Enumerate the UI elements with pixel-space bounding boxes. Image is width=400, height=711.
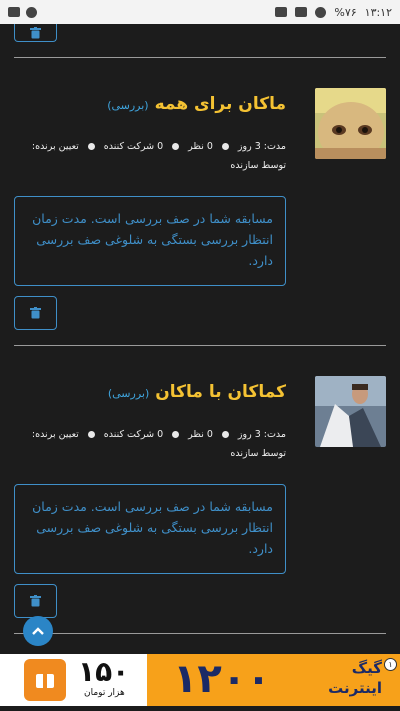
separator-dot <box>172 143 180 150</box>
ad-info-badge[interactable]: ۱ <box>384 658 397 671</box>
ad-left-panel: ۱۵۰ هزار تومان <box>0 654 147 706</box>
creator-label: توسط سازنده <box>230 160 286 171</box>
delete-button[interactable] <box>14 584 57 618</box>
bottom-strip <box>0 706 400 711</box>
competition-list: ماکان برای همه (بررسی) مدت: 3 روز 0 نظر … <box>0 24 400 654</box>
ad-banner[interactable]: ۱۵۰ هزار تومان ۱۲۰۰ گیگ اینترنت ۱ <box>0 654 400 706</box>
participants-count: 0 شرکت کننده <box>103 429 164 440</box>
trash-icon <box>30 595 41 607</box>
separator-dot <box>221 431 229 438</box>
ad-logo <box>24 659 66 701</box>
divider <box>14 345 386 346</box>
man-portrait-image <box>315 376 386 447</box>
ad-big-number: ۱۲۰۰ <box>173 656 271 702</box>
creator-label: توسط سازنده <box>230 448 286 459</box>
separator-dot <box>172 431 180 438</box>
trash-icon <box>30 307 41 319</box>
delete-button[interactable] <box>14 24 57 42</box>
gallery-icon <box>8 7 20 17</box>
status-badge: (بررسی) <box>107 99 149 112</box>
competition-meta: مدت: 3 روز 0 نظر 0 شرکت کننده تعیین برند… <box>32 429 286 440</box>
cast-icon <box>295 7 308 17</box>
competition-title[interactable]: کماکان با ماکان <box>155 382 286 402</box>
status-bar: %۷۶ ۱۳:۱۲ <box>0 0 400 24</box>
wifi-icon <box>315 6 327 18</box>
app-notification-icon <box>26 6 37 18</box>
parcel-icon <box>36 674 54 688</box>
status-right: %۷۶ ۱۳:۱۲ <box>275 6 392 19</box>
separator-dot <box>87 143 95 150</box>
competition-item[interactable]: کماکان با ماکان (بررسی) مدت: 3 روز 0 نظر… <box>0 376 400 646</box>
battery-percent: %۷۶ <box>334 5 357 19</box>
child-face-image <box>315 88 386 159</box>
ad-price: ۱۵۰ <box>78 655 130 688</box>
divider <box>14 57 386 58</box>
ad-line-2: اینترنت <box>328 679 382 697</box>
competition-thumbnail[interactable] <box>315 88 386 159</box>
comments-count: 0 نظر <box>188 141 213 152</box>
ad-headline: گیگ اینترنت <box>328 658 382 698</box>
competition-meta: مدت: 3 روز 0 نظر 0 شرکت کننده تعیین برند… <box>32 141 286 152</box>
trash-icon <box>30 26 41 38</box>
separator-dot <box>87 431 95 438</box>
competition-title-row: ماکان برای همه (بررسی) <box>107 94 286 114</box>
chevron-up-icon <box>32 627 44 635</box>
status-left <box>8 6 37 18</box>
delete-button[interactable] <box>14 296 57 330</box>
separator-dot <box>221 143 229 150</box>
ad-price-unit: هزار تومان <box>84 688 125 698</box>
winner-label: تعیین برنده: <box>31 141 79 152</box>
review-notice: مسابقه شما در صف بررسی است. مدت زمان انت… <box>14 484 286 574</box>
ad-right-panel: ۱۲۰۰ گیگ اینترنت ۱ <box>147 654 400 706</box>
comments-count: 0 نظر <box>188 429 213 440</box>
lock-icon <box>275 7 288 17</box>
competition-title[interactable]: ماکان برای همه <box>155 94 286 114</box>
competition-thumbnail[interactable] <box>315 376 386 447</box>
competition-item[interactable]: ماکان برای همه (بررسی) مدت: 3 روز 0 نظر … <box>0 88 400 358</box>
ad-line-1: گیگ <box>351 659 382 677</box>
clock: ۱۳:۱۲ <box>364 5 392 19</box>
participants-count: 0 شرکت کننده <box>103 141 164 152</box>
duration: مدت: 3 روز <box>237 141 286 152</box>
status-badge: (بررسی) <box>107 387 150 400</box>
divider <box>14 633 386 634</box>
winner-label: تعیین برنده: <box>31 429 79 440</box>
duration: مدت: 3 روز <box>237 429 286 440</box>
review-notice: مسابقه شما در صف بررسی است. مدت زمان انت… <box>14 196 286 286</box>
competition-title-row: کماکان با ماکان (بررسی) <box>108 382 286 402</box>
scroll-to-top-button[interactable] <box>23 616 53 646</box>
